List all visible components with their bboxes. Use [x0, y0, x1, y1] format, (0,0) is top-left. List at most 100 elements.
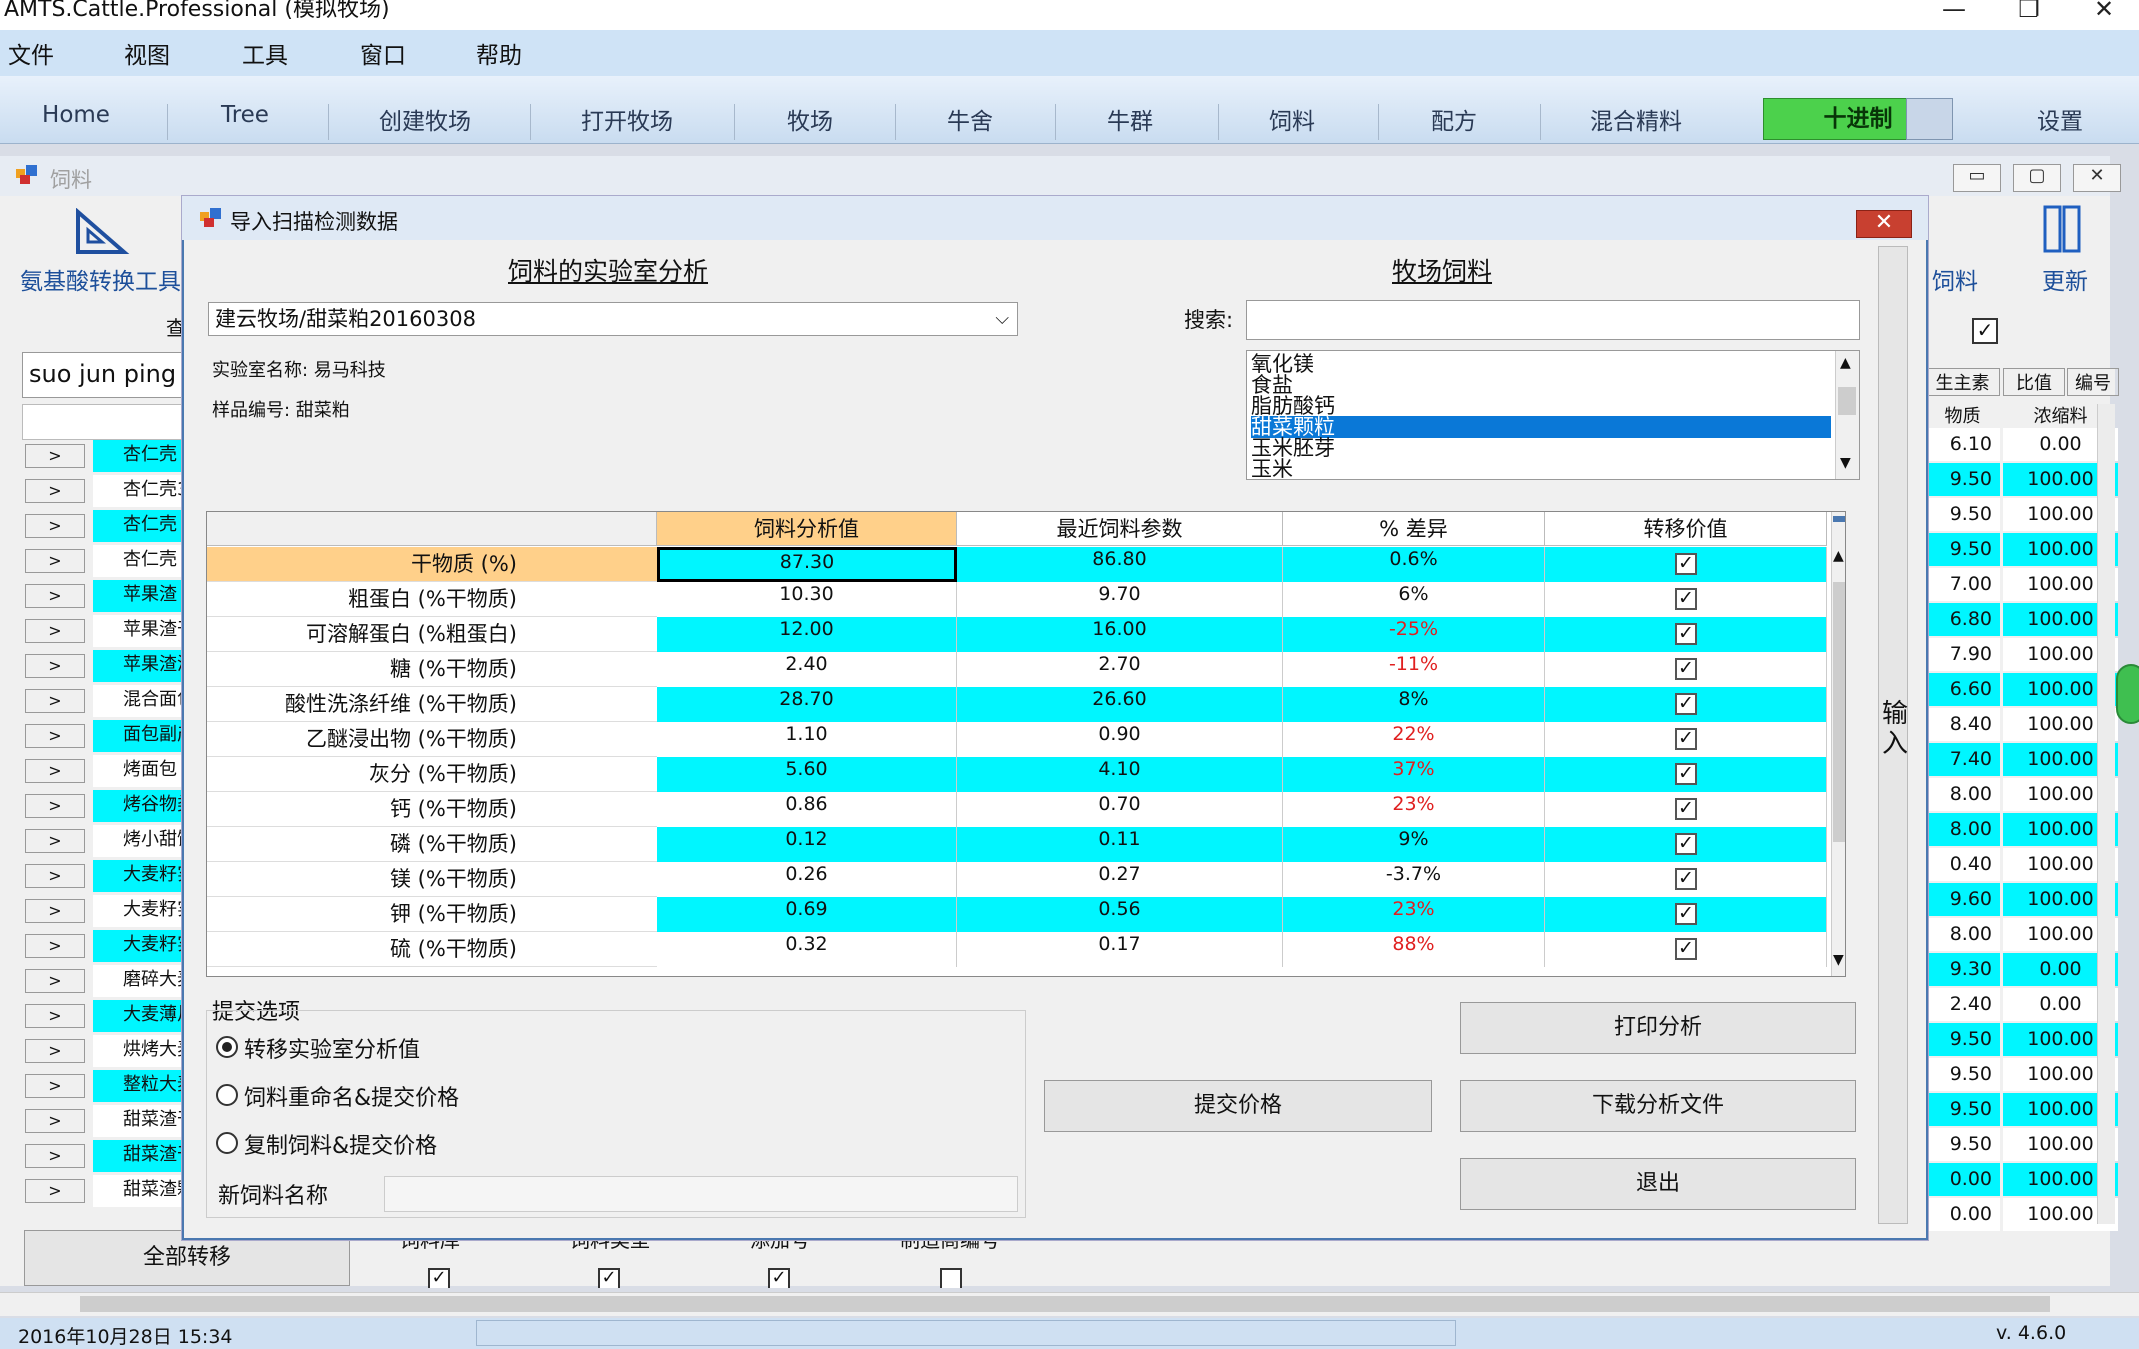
table-scroll-up-icon[interactable]: ▲ — [1833, 548, 1844, 564]
row-expand-icon[interactable]: > — [25, 549, 85, 573]
right-grid-row[interactable]: 8.00 100.00 — [1925, 918, 2118, 951]
nav-open-farm[interactable]: 打开牧场 — [567, 102, 687, 136]
right-grid-row[interactable]: 9.30 0.00 — [1925, 953, 2118, 986]
left-list-item[interactable]: > 烘烤大麦 — [25, 1035, 203, 1067]
left-list-item[interactable]: > 烤面包 — [25, 755, 203, 787]
transfer-checkbox[interactable]: ✓ — [1675, 553, 1697, 575]
row-expand-icon[interactable]: > — [25, 1039, 85, 1063]
menu-file[interactable]: 文件 — [8, 36, 54, 70]
right-grid-row[interactable]: 9.60 100.00 — [1925, 883, 2118, 916]
farm-feed-item[interactable]: 玉米胚芽 — [1251, 437, 1831, 459]
right-grid-row[interactable]: 0.40 100.00 — [1925, 848, 2118, 881]
table-row[interactable]: 钾 (%干物质) 0.69 0.56 23% ✓ — [207, 897, 1831, 932]
dialog-close-button[interactable]: ✕ — [1856, 210, 1912, 238]
right-grid-row[interactable]: 6.10 0.00 — [1925, 428, 2118, 461]
left-list-item[interactable]: > 杏仁壳 36 — [25, 510, 203, 542]
left-list-item[interactable]: > 混合面包 — [25, 685, 203, 717]
left-list-item[interactable]: > 甜菜渣干 — [25, 1140, 203, 1172]
main-hscroll-thumb[interactable] — [80, 1296, 2050, 1312]
cell-analysis[interactable]: 0.32 — [657, 932, 957, 967]
row-expand-icon[interactable]: > — [25, 724, 85, 748]
row-expand-icon[interactable]: > — [25, 584, 85, 608]
transfer-checkbox[interactable]: ✓ — [1675, 658, 1697, 680]
table-row[interactable]: 粗蛋白 (%干物质) 10.30 9.70 6% ✓ — [207, 582, 1831, 617]
right-header-2[interactable]: 编号 — [2067, 368, 2119, 396]
right-grid-row[interactable]: 9.50 100.00 — [1925, 533, 2118, 566]
transfer-checkbox[interactable]: ✓ — [1675, 868, 1697, 890]
side-badge[interactable] — [2116, 664, 2139, 724]
right-grid-row[interactable]: 9.50 100.00 — [1925, 463, 2118, 496]
row-expand-icon[interactable]: > — [25, 1004, 85, 1028]
farm-feed-item[interactable]: 食盐 — [1251, 374, 1831, 396]
bg-restore-button[interactable]: ▢ — [2013, 164, 2061, 192]
bottom-check-3[interactable] — [940, 1268, 962, 1288]
radio-copy-submit[interactable] — [216, 1132, 238, 1154]
table-header-transfer[interactable]: 转移价值 — [1545, 512, 1827, 546]
cell-analysis[interactable]: 1.10 — [657, 722, 957, 757]
right-grid-row[interactable]: 9.50 100.00 — [1925, 498, 2118, 531]
table-row[interactable]: 干物质 (%) 87.30 86.80 0.6% ✓ — [207, 547, 1831, 582]
option-copy-submit[interactable]: 复制饲料&提交价格 — [244, 1128, 437, 1160]
right-grid-row[interactable]: 8.40 100.00 — [1925, 708, 2118, 741]
row-expand-icon[interactable]: > — [25, 829, 85, 853]
amino-tool-label[interactable]: 氨基酸转换工具 — [20, 262, 181, 296]
right-grid-row[interactable]: 6.60 100.00 — [1925, 673, 2118, 706]
radio-transfer-lab[interactable] — [216, 1036, 238, 1058]
transfer-checkbox[interactable]: ✓ — [1675, 833, 1697, 855]
left-list-item[interactable]: > 大麦籽实 — [25, 860, 203, 892]
table-header-analysis[interactable]: 饲料分析值 — [657, 512, 957, 546]
row-expand-icon[interactable]: > — [25, 514, 85, 538]
farm-feed-item[interactable]: 氧化镁 — [1251, 353, 1831, 375]
row-expand-icon[interactable]: > — [25, 759, 85, 783]
print-analysis-button[interactable]: 打印分析 — [1460, 1002, 1856, 1054]
right-grid-row[interactable]: 6.80 100.00 — [1925, 603, 2118, 636]
transfer-checkbox[interactable]: ✓ — [1675, 728, 1697, 750]
table-row[interactable]: 可溶解蛋白 (%粗蛋白) 12.00 16.00 -25% ✓ — [207, 617, 1831, 652]
radio-rename-submit[interactable] — [216, 1084, 238, 1106]
row-expand-icon[interactable]: > — [25, 479, 85, 503]
left-list-item[interactable]: > 苹果渣干 — [25, 615, 203, 647]
new-feed-name-input[interactable] — [384, 1176, 1018, 1212]
transfer-checkbox[interactable]: ✓ — [1675, 938, 1697, 960]
table-row[interactable]: 钙 (%干物质) 0.86 0.70 23% ✓ — [207, 792, 1831, 827]
row-expand-icon[interactable]: > — [25, 794, 85, 818]
chevron-down-icon[interactable]: ⌵ — [995, 303, 1009, 335]
feed-tool-label[interactable]: 饲料 — [1932, 262, 1978, 296]
cell-analysis[interactable]: 28.70 — [657, 687, 957, 722]
left-list-item[interactable]: > 杏仁壳 28 — [25, 440, 203, 472]
right-grid-row[interactable]: 7.00 100.00 — [1925, 568, 2118, 601]
transfer-checkbox[interactable]: ✓ — [1675, 798, 1697, 820]
nav-farm[interactable]: 牧场 — [770, 102, 850, 136]
cell-analysis[interactable]: 87.30 — [657, 547, 957, 582]
left-list-item[interactable]: > 甜菜渣颗 — [25, 1175, 203, 1207]
right-grid-row[interactable]: 7.90 100.00 — [1925, 638, 2118, 671]
nav-mixed-concentrate[interactable]: 混合精料 — [1576, 102, 1696, 136]
right-grid-row[interactable]: 7.40 100.00 — [1925, 743, 2118, 776]
row-expand-icon[interactable]: > — [25, 619, 85, 643]
lab-select[interactable]: 建云牧场/甜菜粕20160308 ⌵ — [208, 302, 1018, 336]
nav-barn[interactable]: 牛舍 — [930, 102, 1010, 136]
ruler-icon[interactable] — [74, 207, 130, 256]
row-expand-icon[interactable]: > — [25, 1074, 85, 1098]
row-expand-icon[interactable]: > — [25, 1109, 85, 1133]
right-grid-row[interactable]: 9.50 100.00 — [1925, 1093, 2118, 1126]
table-scroll-down-icon[interactable]: ▼ — [1833, 952, 1844, 968]
right-grid-row[interactable]: 9.50 100.00 — [1925, 1023, 2118, 1056]
row-expand-icon[interactable]: > — [25, 899, 85, 923]
right-header-1[interactable]: 比值 — [2003, 368, 2065, 396]
farm-feed-list[interactable]: 氧化镁 食盐 脂肪酸钙 甜菜颗粒 玉米胚芽 玉米 ▲ ▼ — [1246, 350, 1860, 480]
cell-analysis[interactable]: 10.30 — [657, 582, 957, 617]
table-scroll-thumb[interactable] — [1833, 582, 1845, 842]
table-scroll-top[interactable] — [1833, 516, 1845, 522]
row-expand-icon[interactable]: > — [25, 1179, 85, 1203]
option-transfer-lab[interactable]: 转移实验室分析值 — [244, 1032, 420, 1064]
left-list-item[interactable]: > 烤谷物类 — [25, 790, 203, 822]
minimize-button[interactable]: — — [1924, 0, 1984, 22]
menu-help[interactable]: 帮助 — [476, 36, 522, 70]
left-list-item[interactable]: > 苹果渣湿 — [25, 650, 203, 682]
menu-tools[interactable]: 工具 — [242, 36, 288, 70]
row-expand-icon[interactable]: > — [25, 689, 85, 713]
row-expand-icon[interactable]: > — [25, 934, 85, 958]
bottom-check-2[interactable]: ✓ — [768, 1268, 790, 1288]
left-list-item[interactable]: > 整粒大麦 — [25, 1070, 203, 1102]
